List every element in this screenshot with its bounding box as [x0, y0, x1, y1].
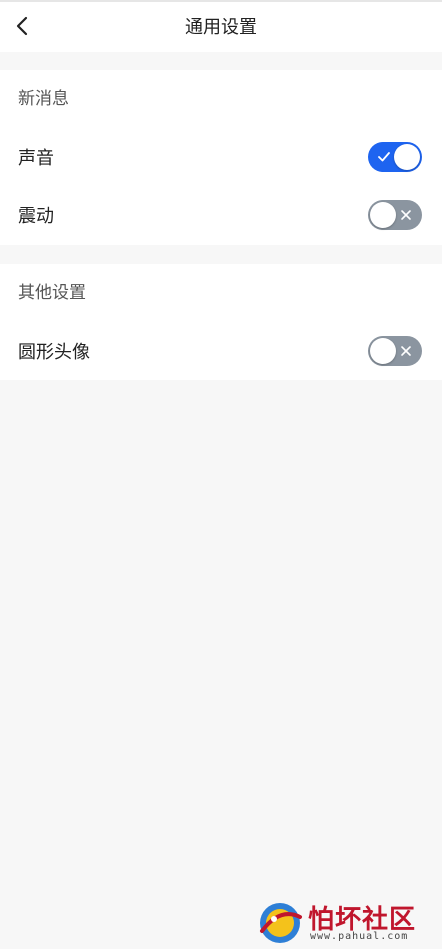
page-title: 通用设置 [185, 17, 257, 38]
section-other-settings: 其他设置 圆形头像 [0, 264, 442, 380]
close-icon [396, 336, 416, 366]
setting-label-round-avatar: 圆形头像 [18, 342, 90, 363]
setting-row-round-avatar: 圆形头像 [0, 322, 442, 380]
setting-label-vibrate: 震动 [18, 206, 54, 227]
watermark-url: www.pahual.com [310, 931, 409, 942]
round-avatar-toggle[interactable] [368, 336, 422, 366]
watermark-logo: 怕坏社区 www.pahual.com [254, 897, 434, 947]
vibrate-toggle[interactable] [368, 200, 422, 230]
logo-mark-icon [260, 903, 302, 943]
sound-toggle[interactable] [368, 142, 422, 172]
top-bar: 通用设置 [0, 0, 442, 52]
section-title-new-message: 新消息 [18, 89, 69, 109]
close-icon [396, 200, 416, 230]
setting-row-vibrate: 震动 [0, 186, 442, 244]
toggle-knob [370, 202, 396, 228]
setting-row-sound: 声音 [0, 128, 442, 186]
setting-label-sound: 声音 [18, 148, 54, 169]
section-new-message: 新消息 声音 震动 [0, 70, 442, 245]
section-title-other-settings: 其他设置 [18, 283, 86, 303]
toggle-knob [370, 338, 396, 364]
toggle-knob [394, 144, 420, 170]
check-icon [374, 142, 394, 172]
